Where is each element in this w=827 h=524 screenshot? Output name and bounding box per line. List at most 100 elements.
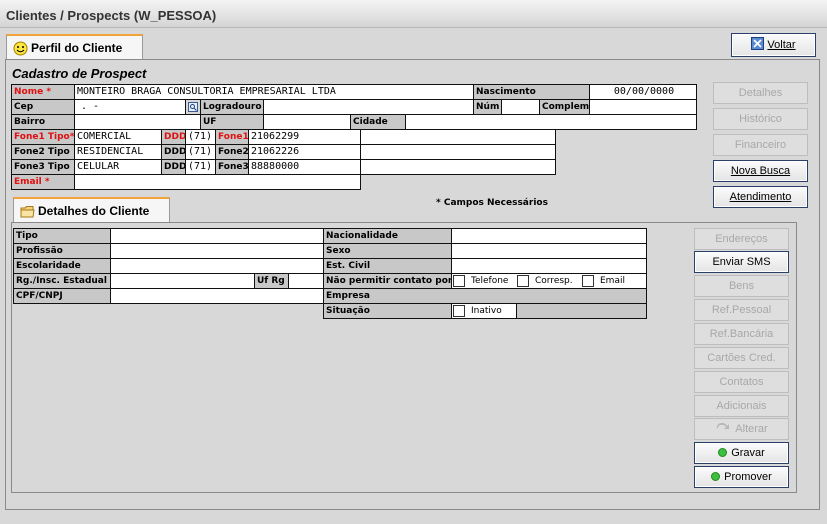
tab-label: Detalhes do Cliente <box>38 204 150 218</box>
enderecos-button[interactable]: Endereços <box>694 228 789 250</box>
nome-field[interactable]: MONTEIRO BRAGA CONSULTORIA EMPRESARIAL L… <box>74 84 474 100</box>
corresp-checkbox[interactable] <box>517 275 529 287</box>
folder-icon <box>20 206 35 218</box>
tab-detalhes-do-cliente[interactable]: Detalhes do Cliente <box>13 197 170 222</box>
page-title: Cadastro de Prospect <box>12 66 147 81</box>
enviar-sms-button[interactable]: Enviar SMS <box>694 251 789 273</box>
fone2-ddd-label: DDD <box>161 144 186 160</box>
cpf-field[interactable] <box>110 288 324 304</box>
est-civil-field[interactable] <box>451 258 647 274</box>
fone2-tipo-field[interactable]: RESIDENCIAL <box>74 144 162 160</box>
complem-field[interactable] <box>589 99 697 115</box>
check-icon <box>718 448 728 457</box>
search-icon <box>188 102 198 112</box>
required-note: * Campos Necessários <box>436 198 548 208</box>
uf-rg-label: Uf Rg <box>254 273 289 289</box>
fone3-tipo-field[interactable]: CELULAR <box>74 159 162 175</box>
tipo-label: Tipo <box>13 228 111 244</box>
email-label: Email * <box>11 174 75 190</box>
num-field[interactable] <box>501 99 540 115</box>
bairro-field[interactable] <box>74 114 201 130</box>
cep-label: Cep <box>11 99 75 115</box>
adicionais-button[interactable]: Adicionais <box>694 395 789 417</box>
uf-rg-field[interactable] <box>288 273 324 289</box>
fone3-label: Fone3 <box>215 159 249 175</box>
fone3-field[interactable]: 88880000 <box>248 159 361 175</box>
tab-perfil-do-cliente[interactable]: Perfil do Cliente <box>6 34 143 59</box>
complem-label: Complem. <box>539 99 590 115</box>
fone2-field[interactable]: 21062226 <box>248 144 361 160</box>
alterar-button[interactable]: Alterar <box>694 418 789 440</box>
cidade-label: Cidade <box>350 114 406 130</box>
fone3-tipo-label: Fone3 Tipo <box>11 159 75 175</box>
inativo-checkbox[interactable] <box>453 305 465 317</box>
smiley-icon <box>13 41 28 56</box>
historico-button[interactable]: Histórico <box>713 108 808 130</box>
rg-field[interactable] <box>110 273 255 289</box>
refresh-icon <box>717 422 730 429</box>
fone2-tipo-label: Fone2 Tipo <box>11 144 75 160</box>
cartoes-button[interactable]: Cartões Cred. <box>694 347 789 369</box>
email-option-label: Email <box>600 276 625 286</box>
fone2-extra-field[interactable] <box>360 144 556 160</box>
profissao-label: Profissão <box>13 243 111 259</box>
window-title: Clientes / Prospects (W_PESSOA) <box>6 8 217 23</box>
escolaridade-label: Escolaridade <box>13 258 111 274</box>
fone3-extra-field[interactable] <box>360 159 556 175</box>
nascimento-label: Nascimento <box>473 84 590 100</box>
financeiro-button[interactable]: Financeiro <box>713 134 808 156</box>
profissao-field[interactable] <box>110 243 324 259</box>
corresp-label: Corresp. <box>535 276 573 286</box>
uf-label: UF <box>200 114 264 130</box>
telefone-label: Telefone <box>471 276 509 286</box>
logradouro-field[interactable] <box>263 99 474 115</box>
nacionalidade-label: Nacionalidade <box>323 228 452 244</box>
bens-button[interactable]: Bens <box>694 275 789 297</box>
ref-bancaria-button[interactable]: Ref.Bancária <box>694 323 789 345</box>
fone1-field[interactable]: 21062299 <box>248 129 361 145</box>
cep-search-button[interactable] <box>185 99 201 115</box>
email-checkbox[interactable] <box>582 275 594 287</box>
nome-label: Nome * <box>11 84 75 100</box>
cidade-field[interactable] <box>405 114 697 130</box>
tipo-field[interactable] <box>110 228 324 244</box>
promover-label: Promover <box>724 471 772 483</box>
bairro-label: Bairro <box>11 114 75 130</box>
est-civil-label: Est. Civil <box>323 258 452 274</box>
gravar-button[interactable]: Gravar <box>694 442 789 464</box>
num-label: Núm <box>473 99 502 115</box>
telefone-checkbox[interactable] <box>453 275 465 287</box>
promote-icon <box>711 472 721 481</box>
atendimento-button[interactable]: Atendimento <box>713 186 808 208</box>
inativo-label: Inativo <box>471 306 502 316</box>
fone3-ddd-field[interactable]: (71) <box>185 159 216 175</box>
rg-label: Rg./Insc. Estadual <box>13 273 111 289</box>
contatos-button[interactable]: Contatos <box>694 371 789 393</box>
fone1-ddd-field[interactable]: (71) <box>185 129 216 145</box>
fone3-ddd-label: DDD <box>161 159 186 175</box>
detalhes-button[interactable]: Detalhes <box>713 82 808 104</box>
situacao-spacer <box>516 303 647 319</box>
nascimento-field[interactable]: 00/00/0000 <box>589 84 697 100</box>
voltar-label: Voltar <box>767 39 796 51</box>
logradouro-label: Logradouro <box>200 99 264 115</box>
fone1-extra-field[interactable] <box>360 129 556 145</box>
nova-busca-button[interactable]: Nova Busca <box>713 160 808 182</box>
empresa-label: Empresa <box>323 288 647 304</box>
uf-field[interactable] <box>263 114 351 130</box>
fone2-ddd-field[interactable]: (71) <box>185 144 216 160</box>
fone1-label: Fone1 <box>215 129 249 145</box>
voltar-button[interactable]: Voltar <box>731 33 816 57</box>
nova-busca-label: Nova Busca <box>730 165 791 177</box>
cpf-label: CPF/CNPJ <box>13 288 111 304</box>
nao-permitir-label: Não permitir contato por <box>323 273 452 289</box>
email-field[interactable] <box>74 174 361 190</box>
promover-button[interactable]: Promover <box>694 466 789 488</box>
cep-field[interactable]: . - <box>74 99 186 115</box>
fone1-tipo-field[interactable]: COMERCIAL <box>74 129 162 145</box>
ref-pessoal-button[interactable]: Ref.Pessoal <box>694 299 789 321</box>
sexo-field[interactable] <box>451 243 647 259</box>
nacionalidade-field[interactable] <box>451 228 647 244</box>
escolaridade-field[interactable] <box>110 258 324 274</box>
close-icon <box>751 37 765 50</box>
